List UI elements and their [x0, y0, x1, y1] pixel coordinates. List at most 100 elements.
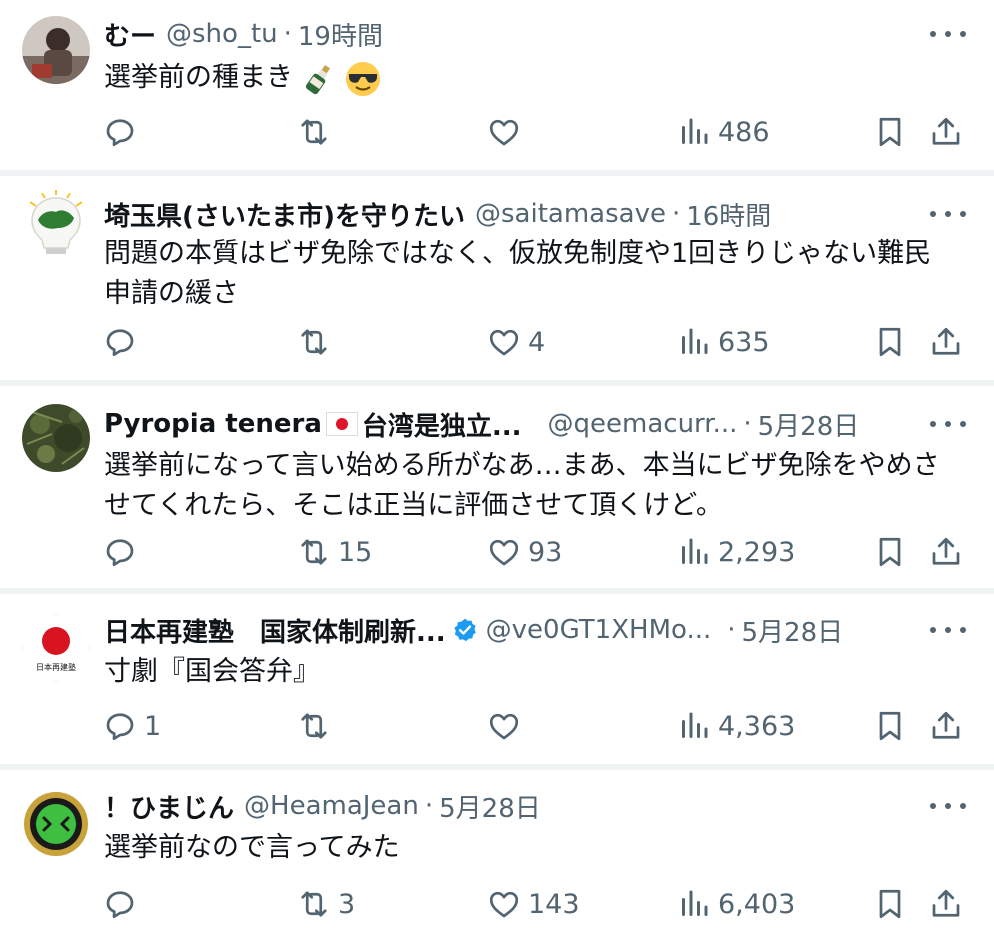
author-handle[interactable]: @qeemacurr...: [548, 409, 738, 439]
tweet[interactable]: ！ひまじん @HeamaJean · 5月28日 選挙前なので言ってみた 3 1…: [0, 770, 994, 940]
view-count: 4,363: [718, 710, 796, 742]
author-name[interactable]: 埼玉県(さいたま市)を守りたい: [104, 196, 465, 233]
reply-button[interactable]: [102, 530, 144, 574]
views-button[interactable]: 486: [676, 110, 770, 154]
author-handle[interactable]: @HeamaJean: [244, 791, 419, 821]
like-button[interactable]: 93: [486, 530, 562, 574]
share-button[interactable]: [928, 320, 964, 364]
more-options-icon[interactable]: [930, 202, 966, 226]
bar-chart-icon: [682, 118, 708, 144]
avatar[interactable]: [22, 790, 90, 858]
tweet-text: 選挙前なので言ってみた: [104, 832, 400, 863]
seaweed-texture-icon: [22, 404, 90, 472]
avatar[interactable]: [22, 190, 90, 258]
reply-icon: [106, 713, 134, 741]
bookmark-button[interactable]: [872, 320, 908, 364]
author-name[interactable]: ！ひまじん: [104, 788, 234, 825]
reply-button[interactable]: [102, 110, 144, 154]
avatar[interactable]: [22, 404, 90, 472]
bookmark-icon: [879, 327, 901, 357]
author-name[interactable]: Pyropia tenera: [104, 409, 322, 439]
more-options-icon[interactable]: [930, 794, 966, 818]
like-button[interactable]: 143: [486, 882, 580, 926]
reply-button[interactable]: 1: [102, 704, 161, 748]
like-count: 143: [528, 888, 580, 920]
retweet-icon: [301, 119, 327, 145]
heart-icon: [489, 539, 519, 566]
retweet-icon: [301, 539, 327, 565]
tweet-text: 寸劇『国会答弁』: [104, 656, 320, 687]
retweet-button[interactable]: 15: [296, 530, 372, 574]
heart-icon: [489, 713, 519, 740]
heart-icon: [489, 119, 519, 146]
bookmark-button[interactable]: [872, 110, 908, 154]
timestamp[interactable]: 5月28日: [758, 406, 860, 443]
separator-dot: ·: [424, 791, 434, 821]
tweet-text: 問題の本質はビザ免除ではなく、仮放免制度や1回きりじゃない難民申請の緩さ: [104, 238, 932, 309]
author-handle[interactable]: @sho_tu: [166, 19, 278, 49]
bookmark-icon: [879, 537, 901, 567]
timestamp[interactable]: 16時間: [686, 196, 771, 233]
heart-icon: [489, 329, 519, 356]
tweet[interactable]: 日本再建塾 日本再建塾 国家体制刷新... @ve0GT1XHMo... · 5…: [0, 594, 994, 764]
more-options-icon[interactable]: [930, 412, 966, 436]
views-button[interactable]: 6,403: [676, 882, 795, 926]
reply-button[interactable]: [102, 320, 144, 364]
bookmark-button[interactable]: [872, 530, 908, 574]
like-button[interactable]: [486, 704, 528, 748]
reply-count: 1: [144, 710, 162, 742]
views-button[interactable]: 4,363: [676, 704, 795, 748]
heart-icon: [489, 891, 519, 918]
avatar[interactable]: [22, 16, 90, 84]
bottle-emoji: [305, 64, 330, 94]
timestamp[interactable]: 5月28日: [439, 788, 541, 825]
author-name-suffix[interactable]: 台湾是独立...: [362, 406, 522, 443]
views-button[interactable]: 635: [676, 320, 770, 364]
tweet[interactable]: 埼玉県(さいたま市)を守りたい @saitamasave · 16時間 問題の本…: [0, 176, 994, 380]
bookmark-icon: [879, 889, 901, 919]
retweet-button[interactable]: [296, 320, 338, 364]
tweet-text: 選挙前の種まき: [104, 62, 293, 93]
more-options-icon[interactable]: [930, 22, 966, 46]
share-icon: [932, 537, 960, 565]
bar-chart-icon: [682, 712, 708, 738]
timestamp[interactable]: 5月28日: [742, 612, 844, 649]
author-name[interactable]: むー: [104, 16, 156, 53]
retweet-count: 15: [338, 536, 373, 568]
green-circle-logo-icon: [22, 790, 90, 858]
more-options-icon[interactable]: [930, 618, 966, 642]
bookmark-button[interactable]: [872, 882, 908, 926]
bar-chart-icon: [682, 538, 708, 564]
bookmark-button[interactable]: [872, 704, 908, 748]
like-button[interactable]: 4: [486, 320, 545, 364]
retweet-button[interactable]: [296, 110, 338, 154]
share-button[interactable]: [928, 530, 964, 574]
author-name[interactable]: 日本再建塾 国家体制刷新...: [104, 612, 446, 649]
author-handle[interactable]: @saitamasave: [475, 199, 666, 229]
timestamp[interactable]: 19時間: [298, 16, 383, 53]
like-button[interactable]: [486, 110, 528, 154]
like-count: 93: [528, 536, 563, 568]
tweet[interactable]: Pyropia tenera 台湾是独立... @qeemacurr... · …: [0, 386, 994, 588]
views-button[interactable]: 2,293: [676, 530, 795, 574]
bar-chart-icon: [682, 890, 708, 916]
share-button[interactable]: [928, 110, 964, 154]
separator-dot: ·: [671, 199, 681, 229]
bookmark-icon: [879, 711, 901, 741]
share-button[interactable]: [928, 704, 964, 748]
author-handle[interactable]: @ve0GT1XHMo...: [486, 615, 712, 645]
share-button[interactable]: [928, 882, 964, 926]
share-icon: [932, 327, 960, 355]
retweet-button[interactable]: 3: [296, 882, 355, 926]
retweet-button[interactable]: [296, 704, 338, 748]
tweet[interactable]: むー @sho_tu · 19時間 選挙前の種まき 486: [0, 0, 994, 170]
separator-dot: ·: [283, 19, 292, 49]
bar-chart-icon: [682, 328, 708, 354]
retweet-icon: [301, 713, 327, 739]
reply-icon: [106, 891, 134, 919]
reply-icon: [106, 539, 134, 567]
user-photo-icon: [22, 16, 90, 84]
reply-button[interactable]: [102, 882, 144, 926]
avatar[interactable]: 日本再建塾: [22, 614, 90, 682]
retweet-icon: [301, 329, 327, 355]
